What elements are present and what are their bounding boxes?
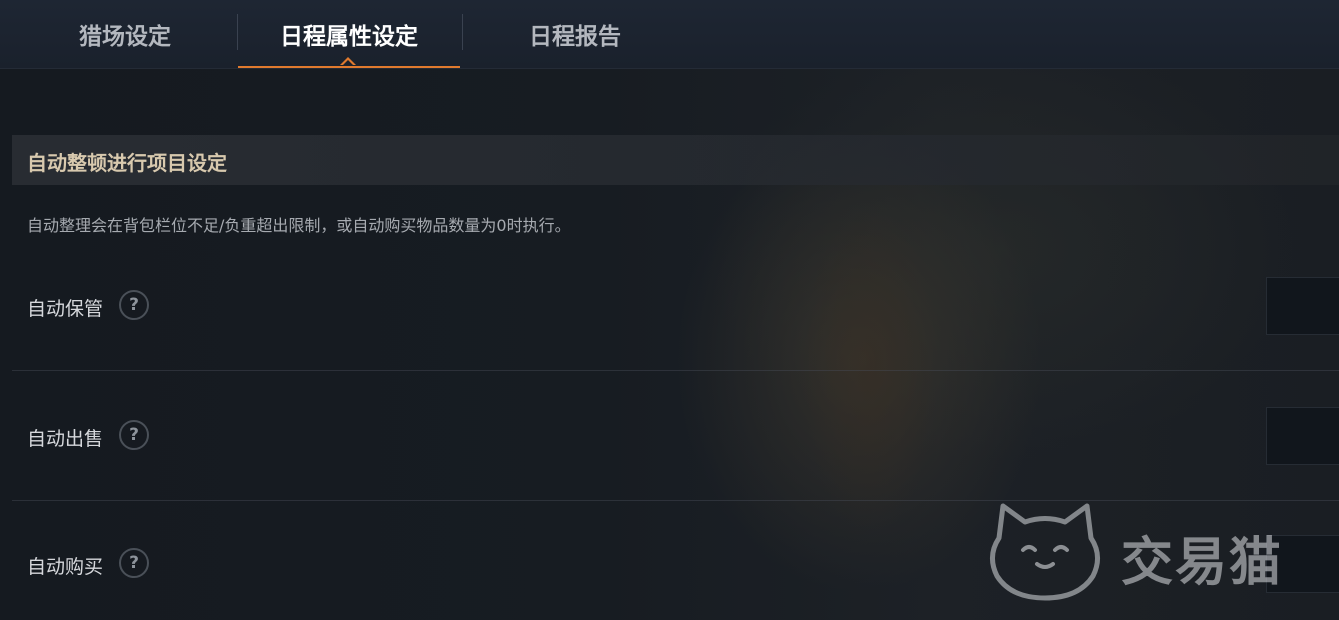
tab-label: 日程属性设定 bbox=[280, 24, 418, 50]
setting-label: 自动购买 bbox=[27, 556, 104, 578]
active-tab-caret-icon bbox=[340, 57, 356, 65]
watermark: 交易猫 bbox=[985, 498, 1325, 602]
auto-sell-control[interactable] bbox=[1266, 407, 1339, 465]
tab-hunting-ground-settings[interactable]: 猎场设定 bbox=[20, 0, 230, 68]
tab-label: 日程报告 bbox=[529, 24, 621, 50]
watermark-text: 交易猫 bbox=[1121, 533, 1284, 593]
tab-bar: 猎场设定 日程属性设定 日程报告 bbox=[0, 0, 1339, 69]
tab-divider bbox=[462, 14, 463, 50]
tab-schedule-report[interactable]: 日程报告 bbox=[465, 0, 685, 68]
help-icon[interactable]: ? bbox=[119, 420, 149, 450]
help-icon[interactable]: ? bbox=[119, 290, 149, 320]
setting-row-auto-sell: 自动出售 ? bbox=[12, 370, 1339, 500]
setting-label: 自动保管 bbox=[27, 298, 104, 320]
cat-logo-icon bbox=[990, 503, 1100, 601]
setting-label: 自动出售 bbox=[27, 428, 104, 450]
help-icon[interactable]: ? bbox=[119, 548, 149, 578]
section-header: 自动整顿进行项目设定 bbox=[12, 135, 1339, 185]
setting-row-auto-storage: 自动保管 ? bbox=[12, 240, 1339, 370]
tab-label: 猎场设定 bbox=[79, 24, 171, 50]
section-description: 自动整理会在背包栏位不足/负重超出限制，或自动购买物品数量为0时执行。 bbox=[27, 216, 571, 235]
auto-storage-control[interactable] bbox=[1266, 277, 1339, 335]
active-tab-underline bbox=[238, 66, 460, 68]
section-title: 自动整顿进行项目设定 bbox=[27, 151, 227, 175]
